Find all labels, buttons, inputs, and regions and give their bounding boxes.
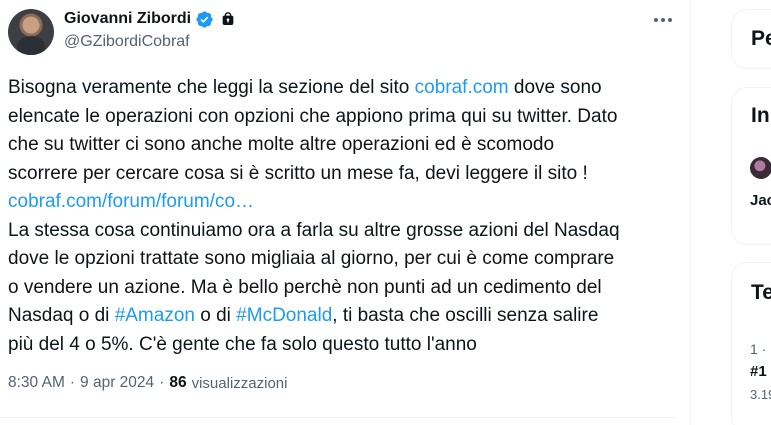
sidebar-card-heading: Te xyxy=(751,281,771,304)
more-options-icon[interactable] xyxy=(651,10,675,30)
tweet-meta: 8:30 AM · 9 apr 2024 · 86 visualizzazion… xyxy=(8,374,287,392)
suggested-user-name[interactable]: Jac xyxy=(750,192,771,209)
tweet-text-line: Bisogna veramente che leggi la sezione d… xyxy=(8,74,688,103)
tweet-time[interactable]: 8:30 AM xyxy=(8,374,65,392)
trend-rank: 1 · xyxy=(750,341,767,357)
tweet-text-line: che su twitter ci sono anche molte altre… xyxy=(8,131,688,160)
tweet-text: Bisogna veramente che leggi la sezione d… xyxy=(8,74,688,359)
meta-separator: · xyxy=(69,374,76,391)
author-handle[interactable]: @GZibordiCobraf xyxy=(64,33,190,51)
tweet-text-segment: dove le opzioni trattate sono migliaia a… xyxy=(8,248,615,269)
sidebar-card-premium: Pe xyxy=(731,9,771,69)
url-link[interactable]: cobraf.com/forum/forum/co… xyxy=(8,191,254,212)
tweet-text-segment: o vendere un azione. Ma è bello perchè n… xyxy=(8,276,602,298)
meta-separator: · xyxy=(159,374,165,391)
tweet-text-segment: che su twitter ci sono anche molte altre… xyxy=(8,134,555,155)
sidebar-card-trends: Te 1 · #1 3.19 xyxy=(731,262,771,425)
tweet-text-segment: Bisogna veramente che leggi la sezione d… xyxy=(8,77,415,98)
hashtag-link[interactable]: #McDonald xyxy=(236,305,332,326)
divider xyxy=(0,417,676,418)
tweet-text-line: dove le opzioni trattate sono migliaia a… xyxy=(8,245,688,274)
column-divider xyxy=(690,0,691,425)
tweet-text-line: La stessa cosa continuiamo ora a farla s… xyxy=(8,217,688,246)
tweet-date[interactable]: 9 apr 2024 xyxy=(80,374,154,392)
views-count: 86 xyxy=(169,374,187,391)
trend-count: 3.19 xyxy=(750,387,771,402)
views-label: visualizzazioni xyxy=(191,374,288,392)
hashtag-link[interactable]: #Amazon xyxy=(115,305,195,326)
tweet-text-segment: più del 4 o 5%. C'è gente che fa solo qu… xyxy=(8,333,477,355)
trend-name[interactable]: #1 xyxy=(750,363,767,380)
tweet-text-segment: dove sono xyxy=(508,77,602,98)
tweet-text-segment: o di xyxy=(194,305,237,326)
author-name-row: Giovanni Zibordi xyxy=(64,9,236,29)
tweet-text-segment: Nasdaq o di xyxy=(8,305,115,326)
tweet-text-line: scorrere per cercare cosa si è scritto u… xyxy=(8,160,688,189)
sidebar-card-who-to-follow: In Jac xyxy=(731,87,771,245)
verified-badge-icon[interactable] xyxy=(195,10,214,29)
sidebar-card-heading: Pe xyxy=(751,27,771,50)
tweet-text-line: o vendere un azione. Ma è bello perchè n… xyxy=(8,274,688,303)
tweet-text-line: cobraf.com/forum/forum/co… xyxy=(8,188,688,217)
suggested-user-avatar[interactable] xyxy=(750,157,771,179)
tweet-text-segment: La stessa cosa continuiamo ora a farla s… xyxy=(8,219,620,241)
sidebar-card-heading: In xyxy=(751,104,770,127)
author-name[interactable]: Giovanni Zibordi xyxy=(64,10,191,28)
tweet-text-segment: elencate le operazioni con opzioni che a… xyxy=(8,105,618,127)
author-avatar[interactable] xyxy=(8,9,54,55)
tweet: Giovanni Zibordi @GZibordiCobraf Bisogna… xyxy=(0,0,690,425)
tweet-text-line: elencate le operazioni con opzioni che a… xyxy=(8,103,688,132)
tweet-text-segment: scorrere per cercare cosa si è scritto u… xyxy=(8,162,588,184)
tweet-text-line: più del 4 o 5%. C'è gente che fa solo qu… xyxy=(8,331,688,360)
tweet-text-line: Nasdaq o di #Amazon o di #McDonald, ti b… xyxy=(8,302,688,331)
url-link[interactable]: cobraf.com xyxy=(415,77,509,98)
tweet-text-segment: , ti basta che oscilli senza salire xyxy=(332,305,599,326)
lock-icon xyxy=(222,12,234,25)
